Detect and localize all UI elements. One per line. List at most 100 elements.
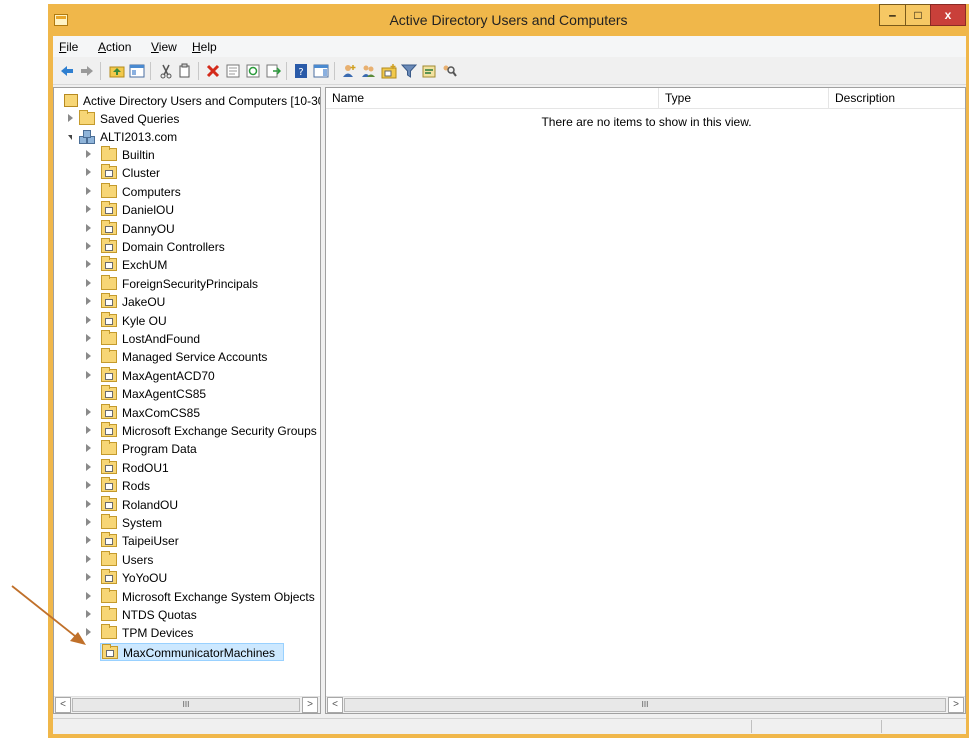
expand-arrow-icon[interactable] [86,499,91,508]
tree-item[interactable]: TPM Devices [56,624,318,642]
expand-arrow-icon[interactable] [86,242,91,250]
tree-item[interactable]: MaxCommunicatorMachines [100,642,284,661]
tree-item[interactable]: Rods [56,477,318,495]
tree-domain[interactable]: ALTI2013.com [56,128,318,146]
expand-arrow-icon[interactable] [86,610,91,618]
maximize-button[interactable]: □ [905,4,931,26]
menu-file[interactable]: File [59,40,78,54]
scroll-left-button[interactable]: < [55,697,71,713]
minimize-button[interactable]: ‒ [879,4,906,26]
expand-arrow-icon[interactable] [86,352,91,361]
show-action-pane-icon[interactable] [313,63,329,79]
refresh-icon[interactable] [245,63,261,79]
expand-arrow-icon[interactable] [86,278,91,287]
tree-root[interactable]: Active Directory Users and Computers [10… [56,92,320,110]
expand-arrow-icon[interactable] [86,554,91,563]
add-to-group-icon[interactable] [421,63,437,79]
expand-arrow-icon[interactable] [86,591,91,600]
tree-item[interactable]: Microsoft Exchange System Objects [56,587,318,606]
expand-arrow-icon[interactable] [86,444,91,453]
expand-arrow-icon[interactable] [86,223,91,232]
menu-view[interactable]: View [151,40,177,54]
expand-arrow-icon[interactable] [86,462,91,471]
tree-item[interactable]: RodOU1 [56,458,318,477]
tree-item[interactable]: Kyle OU [56,311,318,330]
expand-arrow-icon[interactable] [86,481,91,490]
tree-item[interactable]: NTDS Quotas [56,606,318,624]
menu-action[interactable]: Action [98,40,131,54]
show-hide-console-tree-icon[interactable] [129,63,145,79]
tree-item[interactable]: Domain Controllers [56,238,318,256]
collapse-arrow-icon[interactable] [68,135,72,140]
tree-item[interactable]: MaxAgentACD70 [56,366,318,385]
expand-arrow-icon[interactable] [86,168,91,177]
export-list-icon[interactable] [265,63,281,79]
new-group-icon[interactable] [361,63,377,79]
tree-item[interactable]: DannyOU [56,219,318,238]
expand-arrow-icon[interactable] [86,150,91,158]
expand-arrow-icon[interactable] [86,297,91,306]
help-icon[interactable]: ? [293,63,309,79]
tree-item[interactable]: MaxAgentCS85 [56,385,318,403]
tree-item[interactable]: ExchUM [56,256,318,274]
delete-icon[interactable] [205,63,221,79]
tree-item[interactable]: System [56,514,318,532]
scroll-right-button[interactable]: > [302,697,318,713]
cut-icon[interactable] [158,63,174,79]
tree-item[interactable]: Computers [56,182,318,201]
column-header-type[interactable]: Type [659,88,829,108]
close-button[interactable]: x [930,4,966,26]
expand-arrow-icon[interactable] [86,334,91,342]
find-icon[interactable] [441,63,457,79]
tree-item[interactable]: Users [56,550,318,569]
scroll-thumb[interactable]: III [72,698,300,712]
title-bar[interactable]: Active Directory Users and Computers ‒ □… [48,4,969,36]
properties-icon[interactable] [225,63,241,79]
new-ou-icon[interactable] [381,63,397,79]
tree-item[interactable]: Builtin [56,146,318,164]
menu-help[interactable]: Help [192,40,217,54]
tree-item[interactable]: Microsoft Exchange Security Groups [56,422,318,440]
column-header-description[interactable]: Description [829,88,965,108]
console-tree[interactable]: Active Directory Users and Computers [10… [53,87,321,714]
tree-item[interactable]: LostAndFound [56,330,318,348]
expand-arrow-icon[interactable] [86,628,91,637]
expand-arrow-icon[interactable] [68,114,73,122]
tree-item[interactable]: RolandOU [56,495,318,514]
tree-item-label: MaxCommunicatorMachines [123,645,276,660]
tree-item[interactable]: Cluster [56,164,318,182]
tree-item[interactable]: TaipeiUser [56,532,318,550]
scroll-left-button[interactable]: < [327,697,343,713]
tree-item[interactable]: MaxComCS85 [56,403,318,422]
scroll-thumb[interactable]: III [344,698,946,712]
back-arrow-icon[interactable] [59,63,75,79]
up-folder-icon[interactable] [109,63,125,79]
filter-icon[interactable] [401,63,417,79]
column-header-name[interactable]: Name [326,88,659,108]
expand-arrow-icon[interactable] [86,315,91,324]
expand-arrow-icon[interactable] [86,370,91,379]
tree-item[interactable]: DanielOU [56,201,318,219]
forward-arrow-icon[interactable] [79,63,95,79]
expand-arrow-icon[interactable] [86,407,91,416]
expand-arrow-icon[interactable] [86,518,91,526]
tree-item[interactable]: JakeOU [56,293,318,311]
scroll-right-button[interactable]: > [948,697,964,713]
tree-horizontal-scrollbar[interactable]: < III > [54,696,320,713]
tree-item[interactable]: YoYoOU [56,569,318,587]
copy-icon[interactable] [177,63,193,79]
tree-item[interactable]: ForeignSecurityPrincipals [56,274,318,293]
tree-item[interactable]: Managed Service Accounts [56,348,318,366]
new-user-icon[interactable] [341,63,357,79]
expand-arrow-icon[interactable] [86,426,91,434]
list-horizontal-scrollbar[interactable]: < III > [326,696,965,713]
expand-arrow-icon[interactable] [86,536,91,545]
expand-arrow-icon[interactable] [86,186,91,195]
tree-saved-queries[interactable]: Saved Queries [56,110,318,128]
details-pane[interactable]: Name Type Description There are no items… [325,87,966,714]
folder-icon [101,274,117,290]
expand-arrow-icon[interactable] [86,573,91,582]
expand-arrow-icon[interactable] [86,260,91,269]
expand-arrow-icon[interactable] [86,205,91,214]
tree-item[interactable]: Program Data [56,440,318,458]
